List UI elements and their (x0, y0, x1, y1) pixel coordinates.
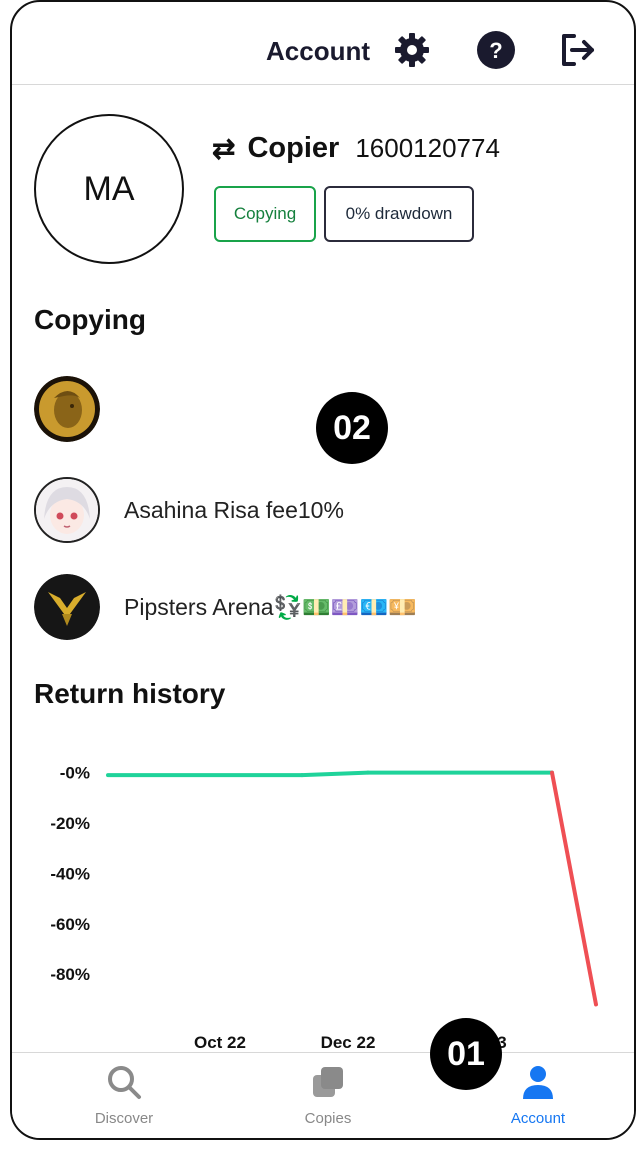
user-icon (519, 1066, 557, 1105)
y-tick-label: -20% (50, 814, 90, 833)
status-badge: Copying (214, 186, 316, 242)
swap-arrows-icon: ⇄ (212, 133, 236, 164)
y-tick-label: -80% (50, 965, 90, 984)
series-line-segment (300, 770, 370, 778)
svg-text:?: ? (489, 38, 502, 63)
y-tick-label: -60% (50, 915, 90, 934)
account-id: 1600120774 (355, 133, 500, 163)
tab-copies[interactable]: Copies (258, 1063, 398, 1127)
trader-item[interactable]: Asahina Risa fee10% (34, 477, 344, 543)
page-title: Account (266, 36, 370, 66)
return-history-chart: -0%-20%-40%-60%-80%Oct 22 Dec 22 3 (50, 764, 598, 1052)
series-line-segment (550, 770, 598, 1007)
y-tick-label: -40% (50, 864, 90, 883)
return-history-title: Return history (34, 678, 226, 709)
trader-item[interactable] (34, 376, 124, 442)
tab-discover[interactable]: Discover (54, 1063, 194, 1127)
x-tick-label: Dec 22 (321, 1033, 376, 1052)
bottom-tab-bar: Discover Copies Account (12, 1052, 634, 1138)
tab-label: Copies (304, 1110, 352, 1127)
copies-icon (309, 1067, 347, 1105)
anime-girl-avatar (34, 477, 100, 543)
gold-bird-logo-avatar (34, 574, 100, 640)
tab-label: Account (510, 1110, 566, 1127)
help-icon[interactable]: ? (476, 30, 516, 70)
role-name: Copier (247, 132, 340, 164)
trader-item[interactable]: Pipsters Arena💱💵💷💶💴 (34, 574, 417, 640)
trader-name: Asahina Risa fee10% (124, 496, 344, 523)
x-tick-label: Oct 22 (194, 1033, 246, 1052)
tab-label: Discover (94, 1110, 154, 1127)
annotation-marker: 02 (316, 392, 388, 464)
search-icon (105, 1066, 143, 1105)
profile-initials: MA (83, 169, 135, 208)
trader-name: Pipsters Arena💱💵💷💶💴 (124, 593, 417, 620)
logout-icon[interactable] (558, 30, 598, 70)
copying-section-title: Copying (34, 304, 146, 335)
annotation-marker: 01 (430, 1018, 502, 1090)
app-header: Account ? (12, 2, 634, 85)
profile-avatar: MA (34, 114, 184, 264)
y-tick-label: -0% (60, 764, 90, 783)
phone-frame: Account ? MA ⇄ Copier 1600120774 Copying… (10, 0, 636, 1140)
gold-coin-avatar (34, 376, 100, 442)
drawdown-badge: 0% drawdown (324, 186, 474, 242)
gear-icon[interactable] (392, 30, 432, 70)
profile-role-row: ⇄ Copier 1600120774 (212, 132, 500, 165)
